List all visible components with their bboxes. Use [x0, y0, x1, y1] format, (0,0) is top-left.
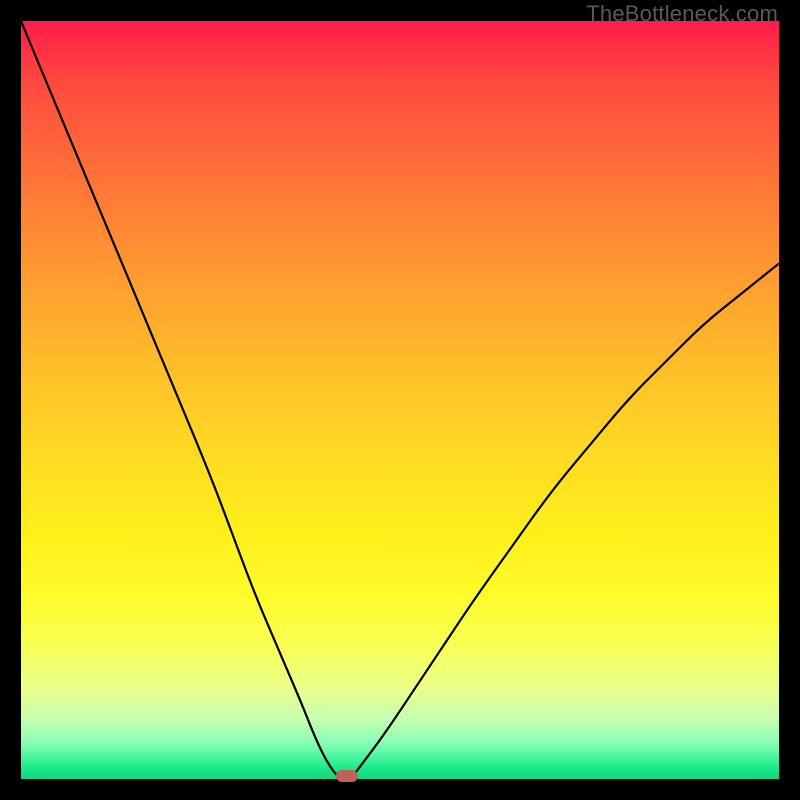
optimum-marker [336, 770, 358, 782]
bottleneck-curve [21, 21, 779, 779]
chart-frame: TheBottleneck.com [0, 0, 800, 800]
curve-path [21, 21, 779, 779]
watermark-text: TheBottleneck.com [586, 1, 778, 27]
